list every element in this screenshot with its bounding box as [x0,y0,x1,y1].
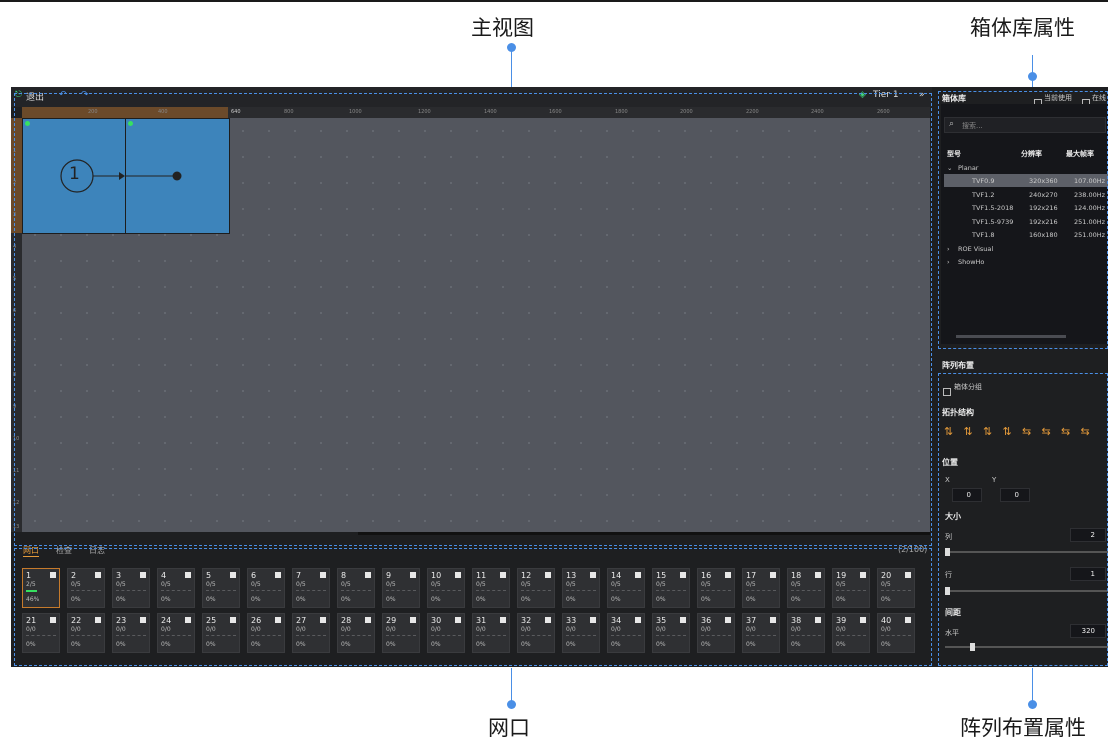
array-title: 阵列布置 [942,361,974,370]
callout-line [1032,55,1033,91]
highlight-main-view [14,93,932,546]
callout-line [1032,668,1033,702]
callout-net-port: 网口 [488,716,530,740]
callout-line [511,668,512,702]
highlight-library [938,91,1108,349]
callout-library-props: 箱体库属性 [970,16,1075,40]
highlight-net-port [14,548,932,666]
top-border-line [0,0,1108,2]
highlight-array [938,373,1108,666]
callout-main-view: 主视图 [471,16,534,40]
callout-array-props: 阵列布置属性 [960,716,1086,740]
